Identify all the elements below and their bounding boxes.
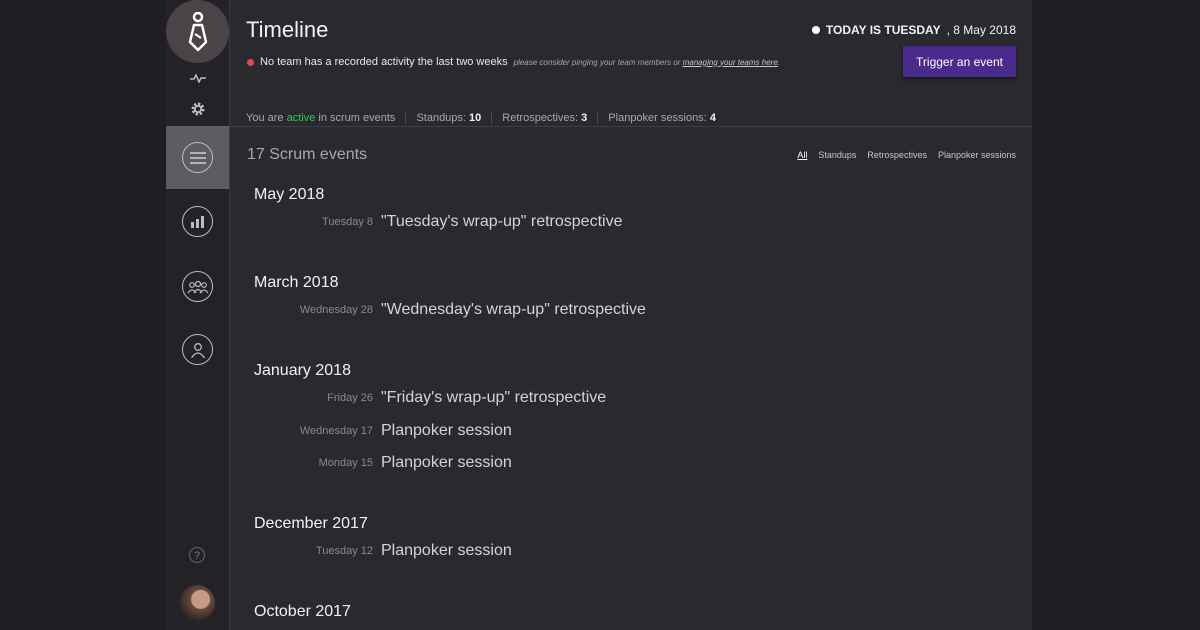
trigger-event-button[interactable]: Trigger an event <box>903 46 1016 77</box>
alert-dot-icon <box>247 58 254 66</box>
today-dot-icon <box>811 26 820 34</box>
stats-divider <box>405 112 407 124</box>
menu-icon <box>182 142 213 173</box>
events-count: 17 Scrum events <box>247 146 368 163</box>
user-icon <box>182 334 213 365</box>
today-date: , 8 May 2018 <box>946 23 1016 37</box>
filter-standups[interactable]: Standups <box>818 150 856 160</box>
header-divider <box>230 126 1032 127</box>
tie-logo-icon[interactable] <box>166 0 229 63</box>
app-window: ? Timeline TODAY IS TUESDAY , 8 May 2018… <box>166 0 1032 630</box>
planpoker-label: Planpoker sessions: <box>608 112 707 124</box>
alert-text: No team has a recorded activity the last… <box>260 56 508 68</box>
event-title[interactable]: Planpoker session <box>381 542 512 560</box>
manage-teams-link[interactable]: managing your teams here <box>683 58 778 67</box>
activity-icon[interactable] <box>166 70 229 88</box>
main-content: Timeline TODAY IS TUESDAY , 8 May 2018 N… <box>230 0 1032 630</box>
month-heading: January 2018 <box>254 362 351 379</box>
activity-stats: You are active in scrum events Standups:… <box>246 112 716 124</box>
month-heading: March 2018 <box>254 274 339 291</box>
sidebar: ? <box>166 0 230 630</box>
event-date: Friday 26 <box>327 392 373 404</box>
filter-all[interactable]: All <box>797 150 807 160</box>
standups-label: Standups: <box>416 112 466 124</box>
filter-retrospectives[interactable]: Retrospectives <box>867 150 927 160</box>
event-title[interactable]: "Wednesday's wrap-up" retrospective <box>381 301 646 319</box>
event-title[interactable]: "Friday's wrap-up" retrospective <box>381 389 606 407</box>
nav-teams[interactable] <box>166 255 229 318</box>
event-date: Wednesday 17 <box>299 425 373 437</box>
page-title: Timeline <box>246 17 329 42</box>
alert-hint-text: please consider pinging your team member… <box>513 57 681 67</box>
retros-label: Retrospectives: <box>502 112 579 124</box>
stats-prefix: You are <box>246 112 284 124</box>
alert-hint-end: . <box>777 57 781 67</box>
inactivity-alert: No team has a recorded activity the last… <box>247 56 780 68</box>
help-icon[interactable]: ? <box>189 547 205 563</box>
retros-count: 3 <box>581 112 588 124</box>
standups-count: 10 <box>469 112 482 124</box>
today-label: TODAY IS TUESDAY <box>825 23 941 37</box>
event-filters: All Standups Retrospectives Planpoker se… <box>797 150 1016 160</box>
event-date: Monday 15 <box>318 457 373 469</box>
nav-timeline[interactable] <box>166 126 229 189</box>
event-date: Wednesday 28 <box>299 304 373 316</box>
month-heading: December 2017 <box>254 515 368 532</box>
event-title[interactable]: Planpoker session <box>381 454 512 472</box>
filter-planpoker[interactable]: Planpoker sessions <box>938 150 1016 160</box>
alert-hint: please consider pinging your team member… <box>514 58 780 67</box>
stats-divider <box>597 112 599 124</box>
stats-status: active <box>286 112 316 124</box>
chart-icon <box>182 206 213 237</box>
event-title[interactable]: "Tuesday's wrap-up" retrospective <box>381 213 622 231</box>
gear-icon[interactable] <box>166 101 229 122</box>
event-date: Tuesday 8 <box>322 216 373 228</box>
planpoker-count: 4 <box>709 112 716 124</box>
today-indicator: TODAY IS TUESDAY , 8 May 2018 <box>811 23 1016 37</box>
stats-suffix: in scrum events <box>318 112 396 124</box>
team-icon <box>182 271 213 302</box>
month-heading: October 2017 <box>254 603 351 620</box>
month-heading: May 2018 <box>254 186 325 203</box>
avatar[interactable] <box>179 585 215 621</box>
event-title[interactable]: Planpoker session <box>381 422 512 440</box>
nav-stats[interactable] <box>166 190 229 253</box>
event-date: Tuesday 12 <box>315 545 373 557</box>
nav-profile[interactable] <box>166 318 229 381</box>
stats-divider <box>491 112 493 124</box>
